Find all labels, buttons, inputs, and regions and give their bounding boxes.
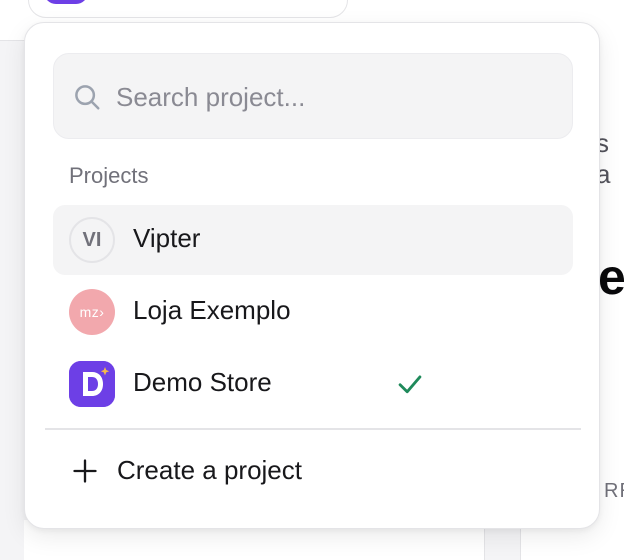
project-item-vipter[interactable]: VI Vipter bbox=[53, 205, 573, 275]
check-icon bbox=[398, 375, 422, 394]
project-name: Demo Store bbox=[133, 367, 272, 397]
demo-store-logo-icon bbox=[69, 361, 115, 407]
project-item-loja-exemplo[interactable]: mz› Loja Exemplo bbox=[53, 277, 573, 347]
create-project-label: Create a project bbox=[117, 455, 302, 485]
search-box[interactable] bbox=[53, 53, 573, 140]
plus-icon bbox=[73, 459, 97, 483]
search-icon bbox=[75, 85, 100, 110]
create-project-button[interactable]: Create a project bbox=[53, 443, 573, 499]
project-item-demo-store[interactable]: Demo Store bbox=[53, 349, 573, 419]
avatar: mz› bbox=[69, 289, 115, 335]
project-name: Loja Exemplo bbox=[133, 295, 291, 325]
avatar bbox=[69, 361, 115, 407]
background-label: RR bbox=[604, 480, 624, 502]
project-name: Vipter bbox=[133, 223, 201, 253]
background-text: s a bbox=[596, 128, 611, 189]
project-dropdown: Projects VI Vipter mz› Loja Exemplo Demo… bbox=[24, 22, 600, 529]
background-heading: e bbox=[598, 249, 624, 305]
projects-section-label: Projects bbox=[69, 163, 149, 188]
search-input[interactable] bbox=[114, 54, 558, 140]
avatar: VI bbox=[69, 217, 115, 263]
divider bbox=[45, 428, 581, 430]
